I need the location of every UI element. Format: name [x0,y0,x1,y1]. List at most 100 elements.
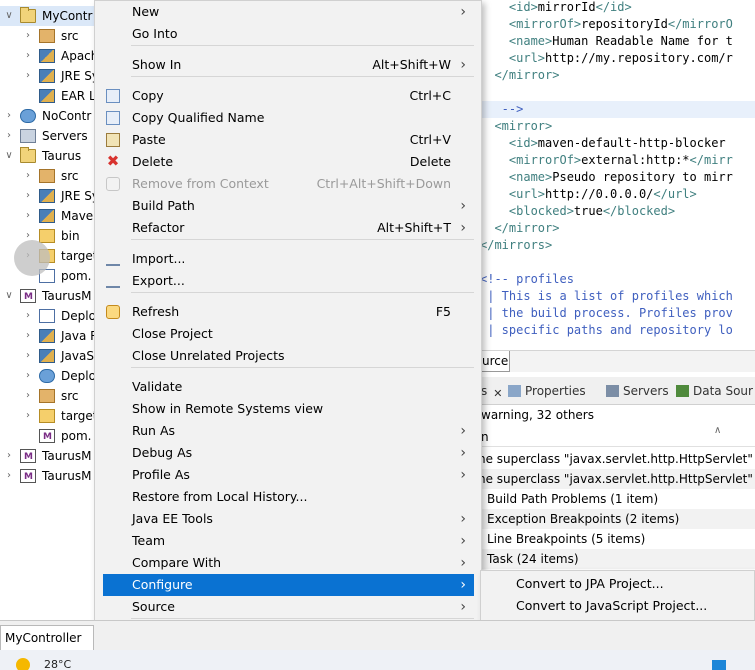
close-icon[interactable]: ✕ [493,385,506,400]
tree-item[interactable]: › Mave [0,206,100,226]
menu-item-java-ee-tools[interactable]: Java EE Tools › [103,508,474,530]
problems-row[interactable]: he superclass "javax.servlet.http.HttpSe… [478,449,755,469]
chevron-right-icon[interactable]: › [3,126,15,146]
tab-label: Properties [525,384,586,398]
menu-item-team[interactable]: Team › [103,530,474,552]
tab-properties[interactable]: Properties [508,382,586,400]
tree-item[interactable]: › src [0,386,100,406]
menu-item-new[interactable]: New › [103,1,474,23]
submenu-arrow-icon: › [460,445,466,461]
menu-item-source[interactable]: Source › [103,596,474,618]
tree-item[interactable]: › NoContr [0,106,100,126]
menu-item-show-in-remote-systems-view[interactable]: Show in Remote Systems view [103,398,474,420]
tray-app-icon[interactable] [712,660,726,670]
code-token: <url> [480,187,546,201]
submenu-item-convert-to-javascript-project[interactable]: Convert to JavaScript Project... [487,595,741,617]
tree-item[interactable]: › Deplo [0,306,100,326]
menu-item-label: Show In [132,57,182,72]
menu-item-debug-as[interactable]: Debug As › [103,442,474,464]
chevron-right-icon[interactable]: › [22,346,34,366]
chevron-down-icon[interactable]: ∨ [3,286,15,306]
menu-item-go-into[interactable]: Go Into [103,23,474,45]
chevron-right-icon[interactable]: › [22,46,34,66]
tree-item[interactable]: › src [0,26,100,46]
menu-item-delete[interactable]: ✖ Delete Delete [103,151,474,173]
menu-item-restore-from-local-history[interactable]: Restore from Local History... [103,486,474,508]
chevron-down-icon[interactable]: ∨ [3,146,15,166]
tree-item[interactable]: › TaurusM [0,466,100,487]
menu-item-copy[interactable]: Copy Ctrl+C [103,85,474,107]
menu-item-close-project[interactable]: Close Project [103,323,474,345]
tree-item[interactable]: › Apach [0,46,100,66]
chevron-right-icon[interactable]: › [22,386,34,406]
chevron-right-icon[interactable]: › [22,186,34,206]
sort-chevron-icon[interactable]: ∧ [714,421,721,441]
import-icon [106,274,120,288]
chevron-right-icon[interactable]: › [22,326,34,346]
code-editor[interactable]: <id>mirrorId</id> <mirrorOf>repositoryId… [478,0,755,350]
tree-item-label: src [61,169,79,183]
tree-item[interactable]: › bin [0,226,100,246]
menu-item-show-in[interactable]: Show In Alt+Shift+W › [103,54,474,76]
tree-item[interactable]: › Deplo [0,366,100,386]
menu-item-export[interactable]: Export... [103,270,474,292]
tree-item[interactable]: ∨ TaurusM [0,286,100,307]
menu-item-paste[interactable]: Paste Ctrl+V [103,129,474,151]
chevron-right-icon[interactable]: › [22,206,34,226]
problems-row[interactable]: he superclass "javax.servlet.http.HttpSe… [478,469,755,489]
tab-data-sour[interactable]: Data Sour [676,382,753,400]
problems-row[interactable]: Line Breakpoints (5 items) [478,529,755,549]
chevron-right-icon[interactable]: › [22,66,34,86]
submenu-item-convert-to-jpa-project[interactable]: Convert to JPA Project... [487,573,741,595]
code-line: <url>http://0.0.0.0/</url> [478,186,755,203]
chevron-right-icon[interactable]: › [22,306,34,326]
tree-item[interactable]: › JavaS [0,346,100,366]
chevron-right-icon[interactable]: › [22,166,34,186]
tab-mycontroller[interactable]: MyController [0,625,94,651]
tree-item[interactable]: pom. [0,426,100,447]
tree-item[interactable]: › JRE Sy [0,66,100,86]
tree-item[interactable]: pom. [0,266,100,286]
menu-item-build-path[interactable]: Build Path › [103,195,474,217]
chevron-right-icon[interactable]: › [22,366,34,386]
tree-item[interactable]: › TaurusM [0,446,100,467]
chevron-right-icon[interactable] [22,426,34,446]
problems-row[interactable]: Build Path Problems (1 item) [478,489,755,509]
menu-item-configure[interactable]: Configure › [103,574,474,596]
menu-item-shortcut: Ctrl+C [409,88,451,103]
chevron-down-icon[interactable]: ∨ [3,6,15,26]
menu-item-label: Validate [132,379,183,394]
tree-item[interactable]: › Servers [0,126,100,146]
chevron-right-icon[interactable]: › [22,26,34,46]
menu-item-import[interactable]: Import... [103,248,474,270]
menu-item-close-unrelated-projects[interactable]: Close Unrelated Projects [103,345,474,367]
tab-source[interactable]: urce [478,351,510,372]
menu-item-label: Build Path [132,198,195,213]
menu-item-run-as[interactable]: Run As › [103,420,474,442]
tree-item[interactable]: › target [0,406,100,426]
lib-icon [39,209,55,223]
chevron-right-icon[interactable]: › [22,406,34,426]
tab-servers[interactable]: Servers [606,382,669,400]
menu-item-compare-with[interactable]: Compare With › [103,552,474,574]
tab-s[interactable]: s ✕ [481,382,510,400]
chevron-right-icon[interactable]: › [3,106,15,126]
menu-item-copy-qualified-name[interactable]: Copy Qualified Name [103,107,474,129]
tree-item[interactable]: › Java R [0,326,100,346]
problems-row[interactable]: Exception Breakpoints (2 items) [478,509,755,529]
menu-item-refresh[interactable]: Refresh F5 [103,301,474,323]
chevron-right-icon[interactable]: › [3,446,15,466]
menu-item-profile-as[interactable]: Profile As › [103,464,474,486]
tree-item[interactable]: › src [0,166,100,186]
menu-item-refactor[interactable]: Refactor Alt+Shift+T › [103,217,474,239]
scroll-indicator[interactable] [14,240,50,276]
column-header[interactable]: n ∧ [478,425,755,447]
tree-item[interactable]: ∨ Taurus [0,146,100,166]
chevron-right-icon[interactable] [22,86,34,106]
tree-item[interactable]: ∨ MyContr [0,6,100,26]
problems-row[interactable]: Task (24 items) [478,549,755,569]
menu-item-validate[interactable]: Validate [103,376,474,398]
chevron-right-icon[interactable]: › [3,466,15,486]
tree-item[interactable]: › JRE Sy [0,186,100,206]
tree-item[interactable]: EAR Li [0,86,100,106]
